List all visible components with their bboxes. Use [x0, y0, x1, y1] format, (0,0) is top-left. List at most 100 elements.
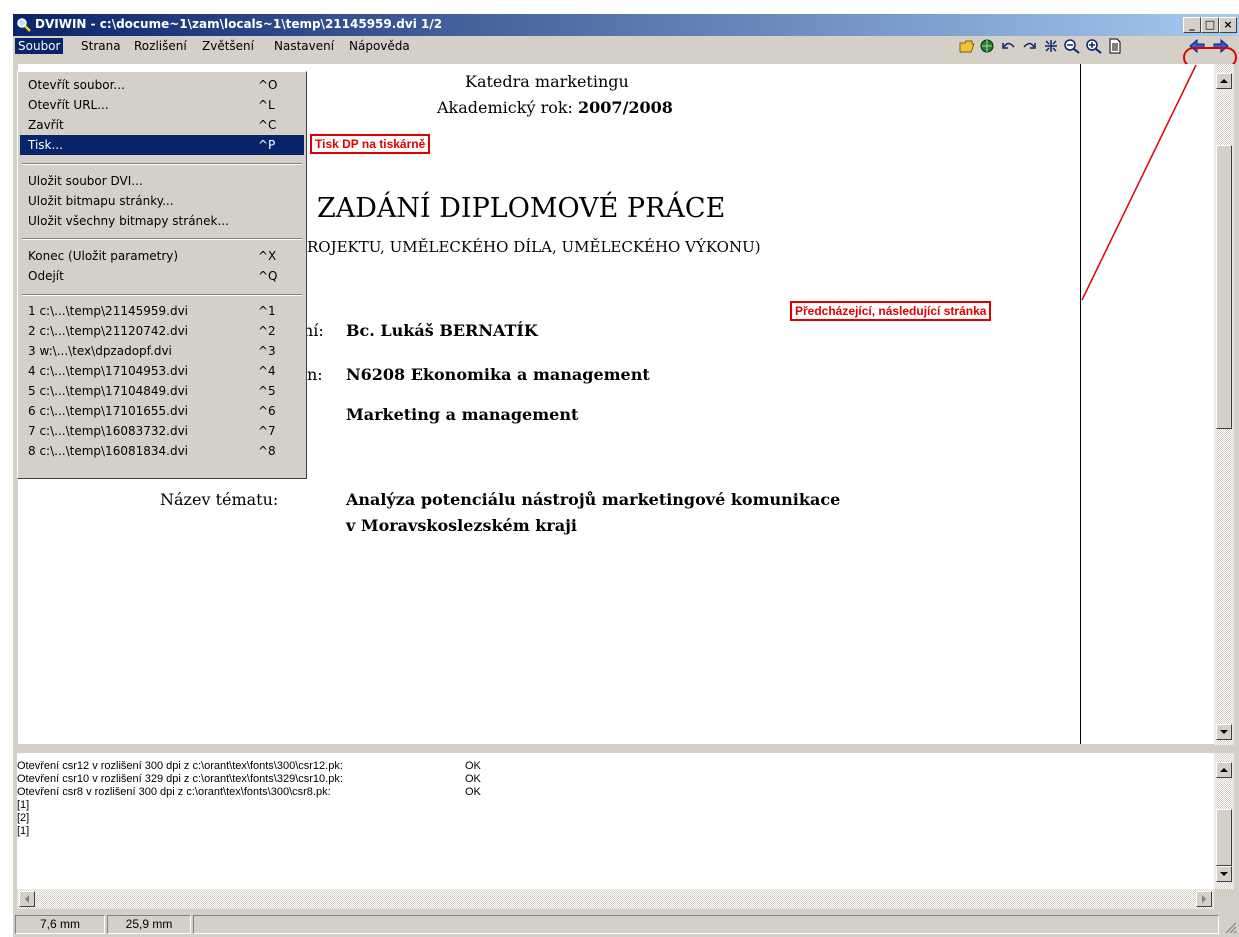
menu-item-quit[interactable]: Odejít ^Q	[20, 266, 304, 286]
redo-icon[interactable]	[1020, 38, 1038, 54]
menu-item-recent-1[interactable]: 1 c:\...\temp\21145959.dvi ^1	[20, 301, 304, 321]
menu-item-shortcut: ^C	[258, 118, 277, 132]
menu-item-recent-6[interactable]: 6 c:\...\temp\17101655.dvi ^6	[20, 401, 304, 421]
maximize-button[interactable]: □	[1201, 17, 1219, 33]
document-heading: ZADÁNÍ DIPLOMOVÉ PRÁCE	[317, 193, 726, 224]
arrow-down-icon	[1220, 730, 1228, 734]
menu-item-shortcut: ^4	[258, 364, 276, 378]
menu-napoveda[interactable]: Nápověda	[346, 38, 413, 54]
log-status: OK	[465, 773, 481, 785]
menu-item-label: 7 c:\...\temp\16083732.dvi	[28, 424, 189, 438]
page-icon[interactable]	[1106, 38, 1124, 54]
callout-print: Tisk DP na tiskárně	[310, 134, 431, 154]
field-label-program: n:	[307, 365, 323, 384]
file-menu: Otevřít soubor... ^O Otevřít URL... ^L Zav…	[17, 71, 307, 479]
minimize-button[interactable]: _	[1183, 17, 1201, 33]
menu-item-shortcut: ^8	[258, 444, 276, 458]
academic-year-label: Akademický rok:	[437, 98, 579, 117]
department-name: Katedra marketingu	[465, 72, 629, 91]
menu-item-close[interactable]: Zavřít ^C	[20, 115, 304, 135]
status-bar: 7,6 mm 25,9 mm	[13, 912, 1239, 937]
scroll-left-button[interactable]	[19, 891, 35, 907]
menu-item-label: 8 c:\...\temp\16081834.dvi	[28, 444, 189, 458]
menu-item-shortcut: ^7	[258, 424, 276, 438]
log-line: Otevření csr10 v rozlišení 329 dpi z c:\…	[17, 773, 343, 785]
log-status: OK	[465, 786, 481, 798]
menu-item-label: Zavřít	[28, 118, 64, 132]
menu-item-shortcut: ^Q	[258, 269, 278, 283]
zoom-in-icon[interactable]	[1085, 38, 1103, 54]
menu-item-shortcut: ^3	[258, 344, 276, 358]
window-title: DVIWIN - c:\docume~1\zam\locals~1\temp\2…	[35, 17, 443, 31]
academic-year-value: 2007/2008	[578, 98, 673, 117]
log-line: [2]	[17, 812, 30, 824]
resize-grip-icon[interactable]	[1223, 920, 1237, 934]
menu-item-recent-4[interactable]: 4 c:\...\temp\17104953.dvi ^4	[20, 361, 304, 381]
log-horizontal-scrollbar[interactable]	[17, 889, 1214, 909]
fit-icon[interactable]	[1042, 38, 1060, 54]
menu-item-label: 2 c:\...\temp\21120742.dvi	[28, 324, 189, 338]
scroll-down-button[interactable]	[1216, 724, 1232, 740]
menu-item-label: 5 c:\...\temp\17104849.dvi	[28, 384, 189, 398]
menu-item-exit-save[interactable]: Konec (Uložit parametry) ^X	[20, 246, 304, 266]
topic-label: Název tématu:	[160, 490, 279, 509]
log-line: Otevření csr8 v rozlišení 300 dpi z c:\o…	[17, 786, 331, 798]
menu-item-shortcut: ^X	[258, 249, 277, 263]
scroll-up-button[interactable]	[1216, 73, 1232, 89]
app-magnifier-icon	[17, 18, 31, 32]
menu-item-save-all-bitmaps[interactable]: Uložit všechny bitmapy stránek...	[20, 211, 304, 231]
study-program: N6208 Ekonomika a management	[346, 365, 650, 384]
menu-item-recent-7[interactable]: 7 c:\...\temp\16083732.dvi ^7	[20, 421, 304, 441]
menu-zvetseni[interactable]: Zvětšení	[199, 38, 257, 54]
menu-item-label: Uložit všechny bitmapy stránek...	[28, 214, 229, 228]
open-folder-icon[interactable]	[958, 38, 976, 54]
undo-icon[interactable]	[1000, 38, 1018, 54]
menu-item-label: Konec (Uložit parametry)	[28, 249, 179, 263]
student-name: Bc. Lukáš BERNATÍK	[346, 321, 538, 340]
menu-item-recent-3[interactable]: 3 w:\...\tex\dpzadopf.dvi ^3	[20, 341, 304, 361]
menu-nastaveni[interactable]: Nastavení	[271, 38, 337, 54]
menu-item-label: Otevřít soubor...	[28, 78, 125, 92]
menu-item-recent-5[interactable]: 5 c:\...\temp\17104849.dvi ^5	[20, 381, 304, 401]
menu-item-recent-8[interactable]: 8 c:\...\temp\16081834.dvi ^8	[20, 441, 304, 461]
menu-soubor[interactable]: Soubor	[15, 38, 64, 54]
arrow-up-icon	[1220, 768, 1228, 772]
menu-item-label: Uložit bitmapu stránky...	[28, 194, 174, 208]
document-scroll-thumb[interactable]	[1216, 145, 1232, 429]
status-x-coordinate: 7,6 mm	[15, 915, 105, 934]
menu-strana[interactable]: Strana	[78, 38, 124, 54]
menu-item-recent-2[interactable]: 2 c:\...\temp\21120742.dvi ^2	[20, 321, 304, 341]
scroll-right-button[interactable]	[1196, 891, 1212, 907]
log-scroll-up-button[interactable]	[1216, 762, 1232, 778]
document-subheading: ROJEKTU, UMĚLECKÉHO DÍLA, UMĚLECKÉHO VÝK…	[307, 238, 761, 256]
menu-item-label: Odejít	[28, 269, 64, 283]
menu-rozliseni[interactable]: Rozlišení	[131, 38, 190, 54]
topic-line-1: Analýza potenciálu nástrojů marketingové…	[346, 490, 841, 509]
close-button[interactable]: ×	[1219, 17, 1237, 33]
log-scroll-down-button[interactable]	[1216, 866, 1232, 882]
menu-item-print[interactable]: Tisk... ^P	[20, 135, 304, 155]
menu-item-shortcut: ^L	[258, 98, 275, 112]
menu-item-shortcut: ^6	[258, 404, 276, 418]
menu-item-open-file[interactable]: Otevřít soubor... ^O	[20, 75, 304, 95]
menu-item-shortcut: ^2	[258, 324, 276, 338]
menu-item-save-dvi[interactable]: Uložit soubor DVI...	[20, 171, 304, 191]
menu-item-label: Tisk...	[28, 138, 63, 152]
menu-item-label: Otevřít URL...	[28, 98, 109, 112]
menu-item-label: Uložit soubor DVI...	[28, 174, 143, 188]
menu-item-open-url[interactable]: Otevřít URL... ^L	[20, 95, 304, 115]
open-url-icon[interactable]	[978, 38, 996, 54]
arrow-up-icon	[1220, 79, 1228, 83]
menu-separator	[22, 294, 302, 296]
arrow-down-icon	[1220, 872, 1228, 876]
menu-item-label: 4 c:\...\temp\17104953.dvi	[28, 364, 189, 378]
menu-item-save-page-bitmap[interactable]: Uložit bitmapu stránky...	[20, 191, 304, 211]
zoom-out-icon[interactable]	[1063, 38, 1081, 54]
arrow-right-icon	[1202, 895, 1206, 903]
menu-item-shortcut: ^5	[258, 384, 276, 398]
log-line: [1]	[17, 799, 30, 811]
menu-item-label: 3 w:\...\tex\dpzadopf.dvi	[28, 344, 172, 358]
log-scroll-thumb[interactable]	[1216, 809, 1232, 866]
title-bar[interactable]: DVIWIN - c:\docume~1\zam\locals~1\temp\2…	[13, 14, 1239, 36]
topic-line-2: v Moravskoslezském kraji	[346, 516, 577, 535]
